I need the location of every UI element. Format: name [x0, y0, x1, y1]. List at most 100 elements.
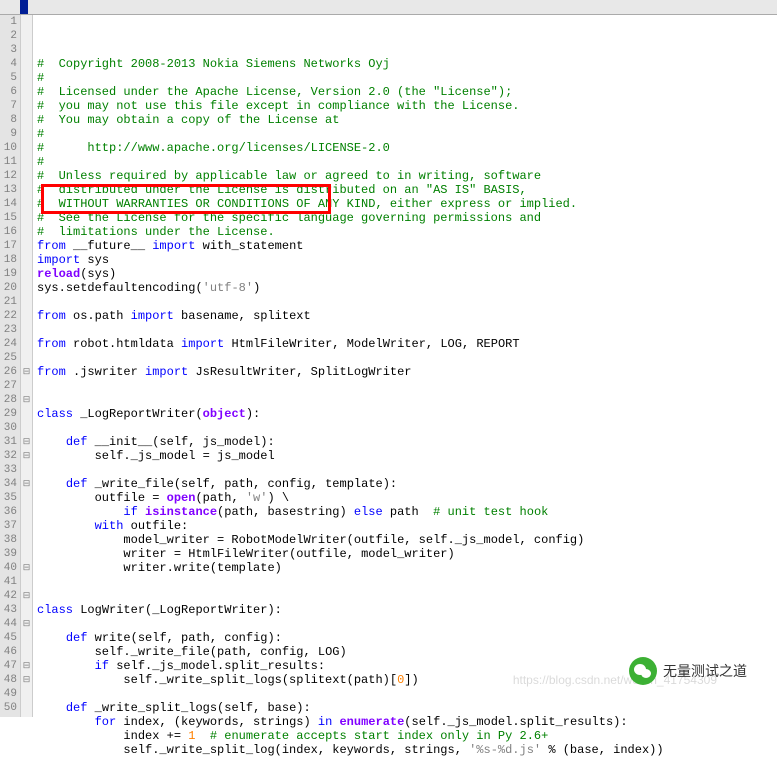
fold-toggle[interactable]: ⊟ [21, 449, 32, 463]
code-line[interactable] [37, 421, 777, 435]
code-line[interactable]: if self._js_model.split_results: [37, 659, 777, 673]
code-line[interactable]: from robot.htmldata import HtmlFileWrite… [37, 337, 777, 351]
line-number: 23 [0, 323, 17, 337]
fold-toggle [21, 225, 32, 239]
code-line[interactable] [37, 393, 777, 407]
code-line[interactable]: # distributed under the License is distr… [37, 183, 777, 197]
fold-toggle [21, 631, 32, 645]
code-line[interactable]: def write(self, path, config): [37, 631, 777, 645]
line-number: 27 [0, 379, 17, 393]
line-number: 24 [0, 337, 17, 351]
editor[interactable]: 1234567891011121314151617181920212223242… [0, 15, 777, 717]
line-number: 12 [0, 169, 17, 183]
code-line[interactable]: if isinstance(path, basestring) else pat… [37, 505, 777, 519]
code-line[interactable] [37, 589, 777, 603]
line-number: 33 [0, 463, 17, 477]
fold-toggle [21, 99, 32, 113]
code-line[interactable]: import sys [37, 253, 777, 267]
line-number: 49 [0, 687, 17, 701]
code-line[interactable]: writer.write(template) [37, 561, 777, 575]
code-line[interactable] [37, 617, 777, 631]
fold-toggle[interactable]: ⊟ [21, 617, 32, 631]
code-line[interactable]: # http://www.apache.org/licenses/LICENSE… [37, 141, 777, 155]
code-line[interactable]: model_writer = RobotModelWriter(outfile,… [37, 533, 777, 547]
code-line[interactable]: self._js_model = js_model [37, 449, 777, 463]
code-line[interactable]: # limitations under the License. [37, 225, 777, 239]
code-line[interactable]: for index, (keywords, strings) in enumer… [37, 715, 777, 729]
code-line[interactable]: # WITHOUT WARRANTIES OR CONDITIONS OF AN… [37, 197, 777, 211]
code-line[interactable]: # See the License for the specific langu… [37, 211, 777, 225]
fold-toggle[interactable]: ⊟ [21, 477, 32, 491]
fold-toggle [21, 169, 32, 183]
fold-toggle [21, 295, 32, 309]
code-line[interactable]: # Unless required by applicable law or a… [37, 169, 777, 183]
line-number: 46 [0, 645, 17, 659]
code-line[interactable] [37, 323, 777, 337]
line-number: 11 [0, 155, 17, 169]
code-line[interactable] [37, 575, 777, 589]
fold-toggle[interactable]: ⊟ [21, 673, 32, 687]
code-line[interactable]: with outfile: [37, 519, 777, 533]
line-number: 26 [0, 365, 17, 379]
fold-toggle[interactable]: ⊟ [21, 589, 32, 603]
line-number-gutter: 1234567891011121314151617181920212223242… [0, 15, 21, 717]
line-number: 16 [0, 225, 17, 239]
code-line[interactable]: def _write_split_logs(self, base): [37, 701, 777, 715]
fold-toggle [21, 463, 32, 477]
line-number: 8 [0, 113, 17, 127]
code-line[interactable]: from __future__ import with_statement [37, 239, 777, 253]
code-line[interactable] [37, 463, 777, 477]
code-line[interactable]: # you may not use this file except in co… [37, 99, 777, 113]
fold-toggle [21, 57, 32, 71]
code-line[interactable] [37, 687, 777, 701]
code-line[interactable]: def _write_file(self, path, config, temp… [37, 477, 777, 491]
fold-toggle [21, 645, 32, 659]
fold-toggle [21, 43, 32, 57]
line-number: 31 [0, 435, 17, 449]
line-number: 5 [0, 71, 17, 85]
code-line[interactable]: class LogWriter(_LogReportWriter): [37, 603, 777, 617]
code-line[interactable]: self._write_split_log(index, keywords, s… [37, 743, 777, 757]
code-line[interactable] [37, 351, 777, 365]
fold-toggle [21, 127, 32, 141]
code-line[interactable]: self._write_file(path, config, LOG) [37, 645, 777, 659]
line-number: 21 [0, 295, 17, 309]
line-number: 30 [0, 421, 17, 435]
fold-toggle[interactable]: ⊟ [21, 365, 32, 379]
fold-column[interactable]: ⊟⊟⊟⊟⊟⊟⊟⊟⊟⊟ [21, 15, 33, 717]
line-number: 29 [0, 407, 17, 421]
code-line[interactable]: from os.path import basename, splitext [37, 309, 777, 323]
code-line[interactable]: # [37, 127, 777, 141]
fold-toggle [21, 407, 32, 421]
line-number: 2 [0, 29, 17, 43]
code-line[interactable]: from .jswriter import JsResultWriter, Sp… [37, 365, 777, 379]
code-line[interactable]: def __init__(self, js_model): [37, 435, 777, 449]
code-area[interactable]: # Copyright 2008-2013 Nokia Siemens Netw… [33, 15, 777, 717]
fold-toggle[interactable]: ⊟ [21, 435, 32, 449]
fold-toggle[interactable]: ⊟ [21, 659, 32, 673]
code-line[interactable]: class _LogReportWriter(object): [37, 407, 777, 421]
line-number: 37 [0, 519, 17, 533]
line-number: 20 [0, 281, 17, 295]
code-line[interactable]: # Copyright 2008-2013 Nokia Siemens Netw… [37, 57, 777, 71]
fold-toggle [21, 533, 32, 547]
code-line[interactable]: index += 1 # enumerate accepts start ind… [37, 729, 777, 743]
fold-toggle[interactable]: ⊟ [21, 393, 32, 407]
code-line[interactable]: writer = HtmlFileWriter(outfile, model_w… [37, 547, 777, 561]
fold-toggle [21, 71, 32, 85]
code-line[interactable]: reload(sys) [37, 267, 777, 281]
line-number: 48 [0, 673, 17, 687]
code-line[interactable] [37, 295, 777, 309]
fold-toggle [21, 29, 32, 43]
code-line[interactable]: # You may obtain a copy of the License a… [37, 113, 777, 127]
line-number: 47 [0, 659, 17, 673]
code-line[interactable]: # [37, 71, 777, 85]
code-line[interactable] [37, 379, 777, 393]
code-line[interactable]: # [37, 155, 777, 169]
code-line[interactable]: sys.setdefaultencoding('utf-8') [37, 281, 777, 295]
fold-toggle[interactable]: ⊟ [21, 561, 32, 575]
code-line[interactable]: outfile = open(path, 'w') \ [37, 491, 777, 505]
column-ruler: ---|----1----|----2----|----3----|----4-… [0, 0, 777, 15]
code-line[interactable]: self._write_split_logs(splitext(path)[0]… [37, 673, 777, 687]
code-line[interactable]: # Licensed under the Apache License, Ver… [37, 85, 777, 99]
